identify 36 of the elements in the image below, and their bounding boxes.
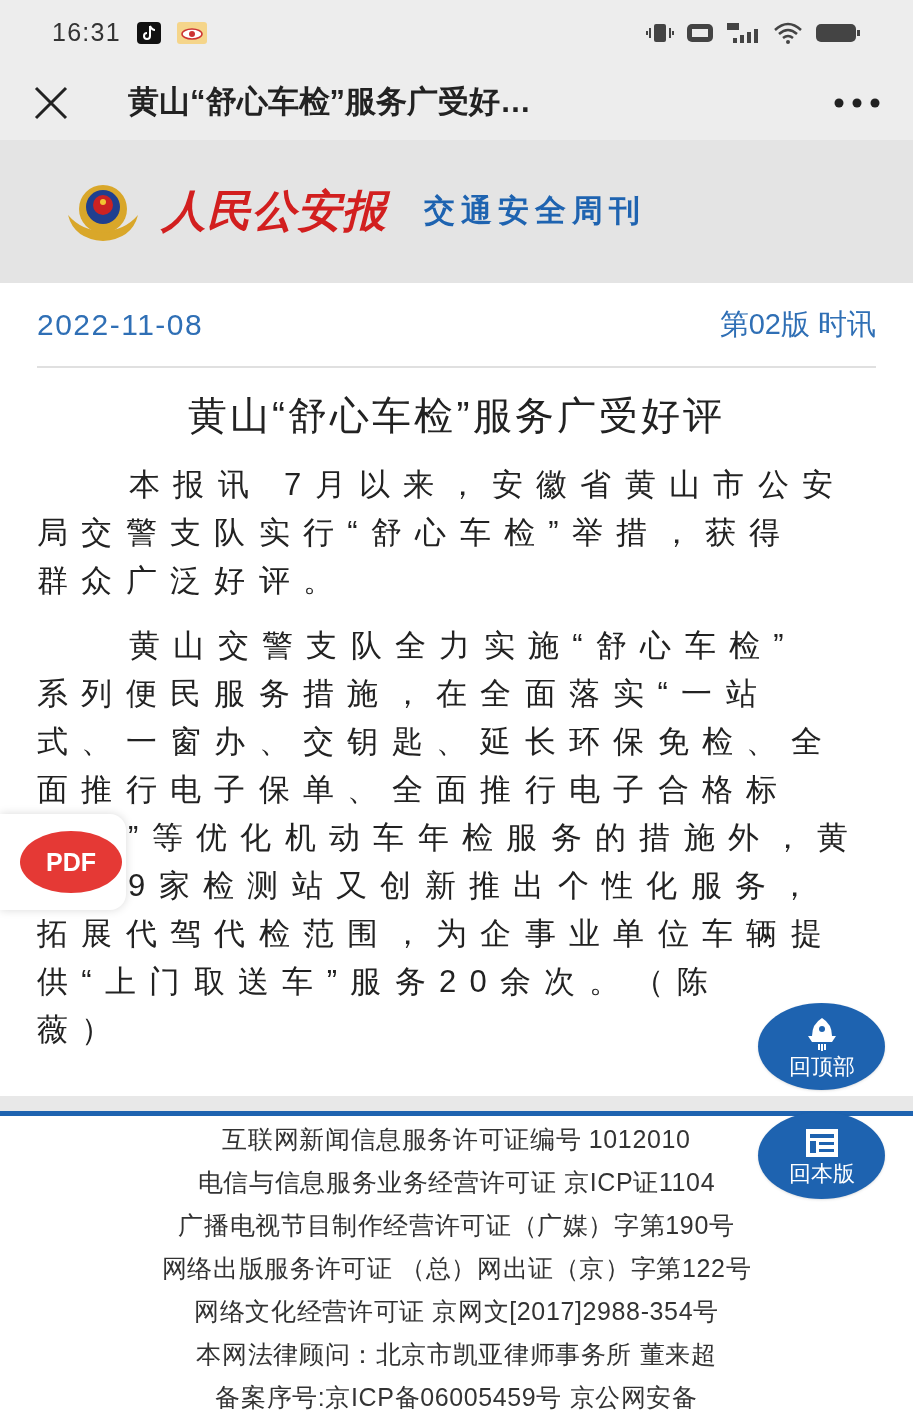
article-date: 2022-11-08 xyxy=(37,307,204,343)
article-text-line: 式、一窗办、交钥匙、延长环保免检、全 xyxy=(37,724,835,759)
article-text-line: 群众广泛好评。 xyxy=(37,563,348,598)
article-text-line: 面推行电子保单、全面推行电子合格标 xyxy=(37,772,791,807)
article-text-line: 本报讯 7月以来，安徽省黄山市公安 xyxy=(129,467,847,502)
article-text-line: 薇） xyxy=(37,1012,126,1047)
license-text: 电信与信息服务业务经营许可证 京ICP证1104 xyxy=(197,1167,716,1198)
edition-label: 第02版 时讯 xyxy=(719,306,876,342)
eye-app-icon xyxy=(176,21,207,44)
article-title: 黄山“舒心车检”服务广受好评 xyxy=(186,396,727,435)
newspaper-icon xyxy=(803,1126,840,1159)
license-text: 本网法律顾问：北京市凯亚律师事务所 董来超 xyxy=(196,1339,717,1370)
status-time: 16:31 xyxy=(52,16,121,48)
wifi-icon xyxy=(773,21,803,44)
license-text: 网络文化经营许可证 京网文[2017]2988-354号 xyxy=(194,1296,719,1327)
back-to-top-button[interactable]: 回顶部 xyxy=(758,1003,885,1090)
license-text: 互联网新闻信息服务许可证编号 1012010 xyxy=(222,1124,691,1155)
article-text-line: ”等优化机动车年检服务的措施外，黄 xyxy=(128,820,861,855)
page-title: 黄山“舒心车检”服务广受好… xyxy=(128,83,532,122)
license-text: 备案序号:京ICP备06005459号 京公网安备 xyxy=(215,1382,698,1413)
article-text-line: 黄山交警支队全力实施“舒心车检” xyxy=(129,628,797,663)
signal-icon xyxy=(725,20,761,45)
article-text-line: 局交警支队实行“舒心车检”举措，获得 xyxy=(37,515,794,550)
license-text: 网络出版服务许可证 （总）网出证（京）字第122号 xyxy=(161,1253,752,1284)
more-icon[interactable] xyxy=(833,96,881,109)
section-name: 交通安全周刊 xyxy=(423,192,647,231)
battery-icon xyxy=(815,22,861,43)
article-text-line: 9家检测站又创新推出个性化服务， xyxy=(128,868,824,903)
vibrate-icon xyxy=(645,21,675,44)
pdf-button[interactable]: PDF xyxy=(20,831,122,893)
article-text-line: 系列便民服务措施，在全面落实“一站 xyxy=(37,676,770,711)
music-app-icon xyxy=(136,21,161,44)
back-to-edition-button[interactable]: 回本版 xyxy=(758,1112,885,1199)
article-text-line: 供“上门取送车”服务20余次。（陈 xyxy=(37,964,722,999)
article-text-line: 拓展代驾代检范围，为企事业单位车辆提 xyxy=(37,916,835,951)
license-text: 广播电视节目制作经营许可证（广媒）字第190号 xyxy=(178,1210,735,1241)
